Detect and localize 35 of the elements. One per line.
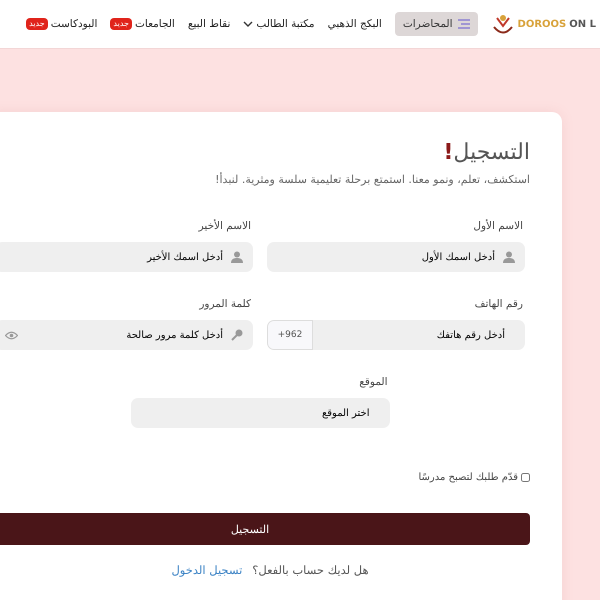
nav-link[interactable]: البودكاست [50, 18, 98, 30]
checkbox[interactable] [521, 473, 530, 482]
figure-logo-icon [490, 12, 515, 36]
nav-link[interactable]: نقاط البيع [188, 18, 230, 30]
input-field[interactable]: أدخل كلمة مرور صالحة [0, 320, 253, 350]
lectures-button[interactable]: المحاضرات [394, 12, 478, 36]
person-icon [503, 251, 515, 263]
field-label: الموقع [358, 376, 388, 388]
login-link[interactable]: تسجيل الدخول [171, 563, 242, 577]
nav-link[interactable]: البكج الذهبي [328, 18, 382, 30]
person-icon [231, 251, 243, 263]
form-subtitle: استكشف، تعلم، ونمو معنا. استمتع برحلة تعليمية سلسة ومثرية. لنبدأ! [214, 173, 530, 186]
new-badge: جديد [110, 18, 132, 30]
field-label: الاسم الأخير [197, 220, 252, 232]
key-icon [231, 329, 243, 341]
form-title: التسجيل [453, 140, 530, 165]
register-button[interactable]: التسجيل [0, 513, 530, 545]
chevron-down-icon [243, 21, 254, 27]
input-field[interactable]: أدخل اسمك الأخير [0, 242, 253, 272]
checkbox-label: قدّم طلبك لتصبح مدرسًا [418, 472, 518, 483]
brand-name: ON L [569, 18, 596, 30]
input-field[interactable]: اختر الموقع [130, 398, 390, 428]
field-label: رقم الهاتف [474, 298, 524, 310]
login-prompt: هل لديك حساب بالفعل؟ [252, 563, 369, 577]
nav-link[interactable]: مكتبة الطالب [256, 18, 315, 30]
exclamation-mark: ! [443, 140, 454, 165]
field-label: الاسم الأول [472, 220, 524, 232]
input-field[interactable]: أدخل اسمك الأول [267, 242, 525, 272]
country-code: +962 [267, 320, 313, 350]
menu-icon [458, 19, 470, 29]
nav-link[interactable]: الجامعات [134, 18, 175, 30]
field-label: كلمة المرور [198, 298, 252, 310]
eye-icon [5, 330, 18, 340]
brand-name: DOROOS [518, 18, 566, 30]
new-badge: جديد [26, 18, 48, 30]
